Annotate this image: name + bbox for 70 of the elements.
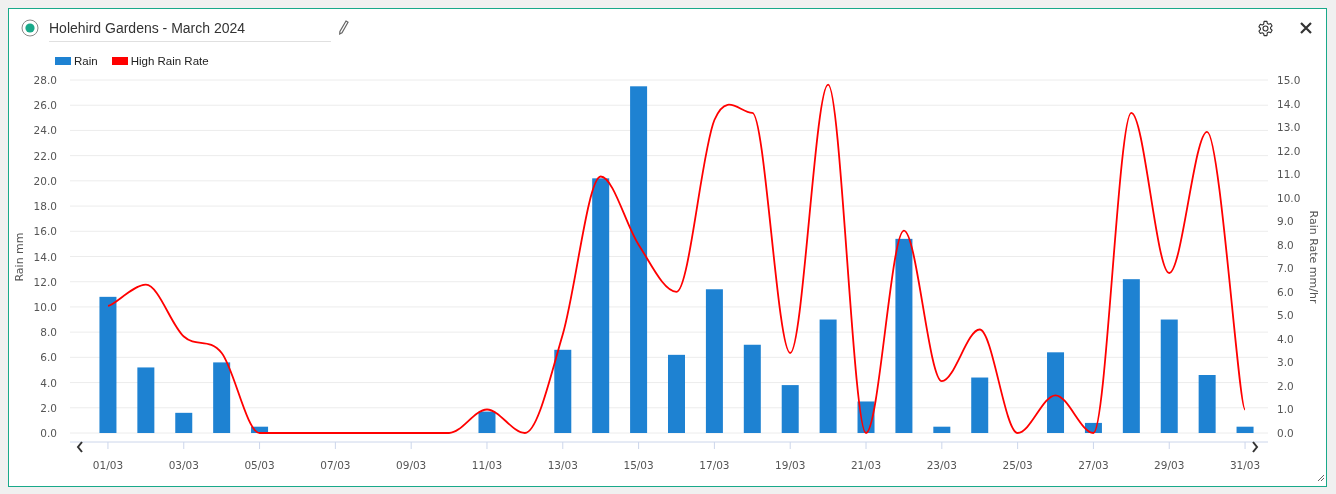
axis-tick-label: 23/03 bbox=[926, 459, 957, 471]
axis-tick-label: 2.0 bbox=[1277, 379, 1294, 392]
bar bbox=[213, 362, 231, 433]
legend-label[interactable]: High Rain Rate bbox=[130, 55, 209, 67]
axis-tick-label: 17/03 bbox=[699, 459, 730, 471]
bar bbox=[1236, 426, 1254, 433]
axis-tick-label: 9.0 bbox=[1277, 215, 1294, 228]
axis-tick-label: 5.0 bbox=[1277, 309, 1294, 322]
pencil-icon[interactable] bbox=[337, 20, 349, 36]
axis-tick-label: 8.0 bbox=[1277, 238, 1294, 251]
axis-tick-label: 16.0 bbox=[33, 225, 57, 238]
axis-tick-label: 07/03 bbox=[320, 459, 351, 471]
bar bbox=[1198, 375, 1216, 433]
axis-tick-label: 12.0 bbox=[33, 275, 57, 288]
axis-tick-label: 10.0 bbox=[1277, 191, 1301, 204]
axis-tick-label: 14.0 bbox=[1277, 97, 1301, 110]
axis-tick-label: 2.0 bbox=[40, 401, 57, 414]
axis-tick-label: 8.0 bbox=[40, 326, 57, 339]
bar bbox=[251, 426, 269, 433]
axis-tick-label: 6.0 bbox=[1277, 285, 1294, 298]
axis-tick-label: 0.0 bbox=[1277, 427, 1294, 439]
axis-tick-label: 13.0 bbox=[1277, 121, 1301, 134]
axis-tick-label: 10.0 bbox=[33, 300, 57, 313]
close-icon[interactable] bbox=[1300, 22, 1312, 34]
axis-title: Rain Rate mm/hr bbox=[1307, 210, 1320, 304]
bar bbox=[175, 412, 193, 433]
axis-tick-label: 26.0 bbox=[33, 99, 57, 112]
resize-grip-icon[interactable] bbox=[1317, 474, 1325, 482]
axis-tick-label: 03/03 bbox=[168, 459, 199, 471]
axis-tick-label: 22.0 bbox=[33, 149, 57, 162]
status-icon bbox=[21, 19, 39, 37]
bar bbox=[1084, 422, 1102, 433]
axis-tick-label: 12.0 bbox=[1277, 144, 1301, 157]
axis-tick-label: 20.0 bbox=[33, 174, 57, 187]
axis-tick-label: 1.0 bbox=[1277, 403, 1294, 416]
axis-tick-label: 0.0 bbox=[40, 427, 57, 439]
bar bbox=[971, 377, 989, 433]
axis-tick-label: 18.0 bbox=[33, 200, 57, 213]
bar bbox=[781, 385, 799, 433]
bar bbox=[137, 367, 155, 433]
axis-title: Rain mm bbox=[13, 232, 26, 282]
axis-tick-label: 4.0 bbox=[40, 376, 57, 389]
axis-tick-label: 28.0 bbox=[33, 74, 57, 86]
widget-title: Holehird Gardens - March 2024 bbox=[49, 14, 331, 42]
axis-tick-label: 14.0 bbox=[33, 250, 57, 263]
axis-tick-label: 24.0 bbox=[33, 124, 57, 137]
axis-tick-label: 4.0 bbox=[1277, 332, 1294, 345]
axis-tick-label: 27/03 bbox=[1078, 459, 1109, 471]
axis-tick-label: 7.0 bbox=[1277, 262, 1294, 275]
axis-tick-label: 25/03 bbox=[1002, 459, 1033, 471]
scroll-right-icon[interactable] bbox=[1252, 441, 1259, 453]
bar bbox=[478, 411, 496, 433]
axis-tick-label: 29/03 bbox=[1154, 459, 1185, 471]
axis-tick-label: 11.0 bbox=[1277, 168, 1301, 181]
axis-tick-label: 15.0 bbox=[1277, 74, 1301, 86]
axis-tick-label: 09/03 bbox=[396, 459, 427, 471]
axis-tick-label: 01/03 bbox=[92, 459, 124, 471]
settings-icon[interactable] bbox=[1257, 19, 1274, 37]
axis-tick-label: 6.0 bbox=[40, 351, 57, 364]
bar bbox=[933, 426, 951, 433]
axis-tick-label: 15/03 bbox=[623, 459, 654, 471]
axis-tick-label: 21/03 bbox=[850, 459, 882, 471]
axis-tick-label: 19/03 bbox=[775, 459, 806, 471]
scroll-left-icon[interactable] bbox=[76, 441, 83, 453]
legend-label[interactable]: Rain bbox=[74, 55, 98, 67]
axis-tick-label: 05/03 bbox=[244, 459, 275, 471]
axis-tick-label: 13/03 bbox=[547, 459, 578, 471]
axis-tick-label: 3.0 bbox=[1277, 356, 1294, 369]
axis-tick-label: 11/03 bbox=[471, 459, 503, 471]
axis-tick-label: 31/03 bbox=[1229, 459, 1261, 471]
